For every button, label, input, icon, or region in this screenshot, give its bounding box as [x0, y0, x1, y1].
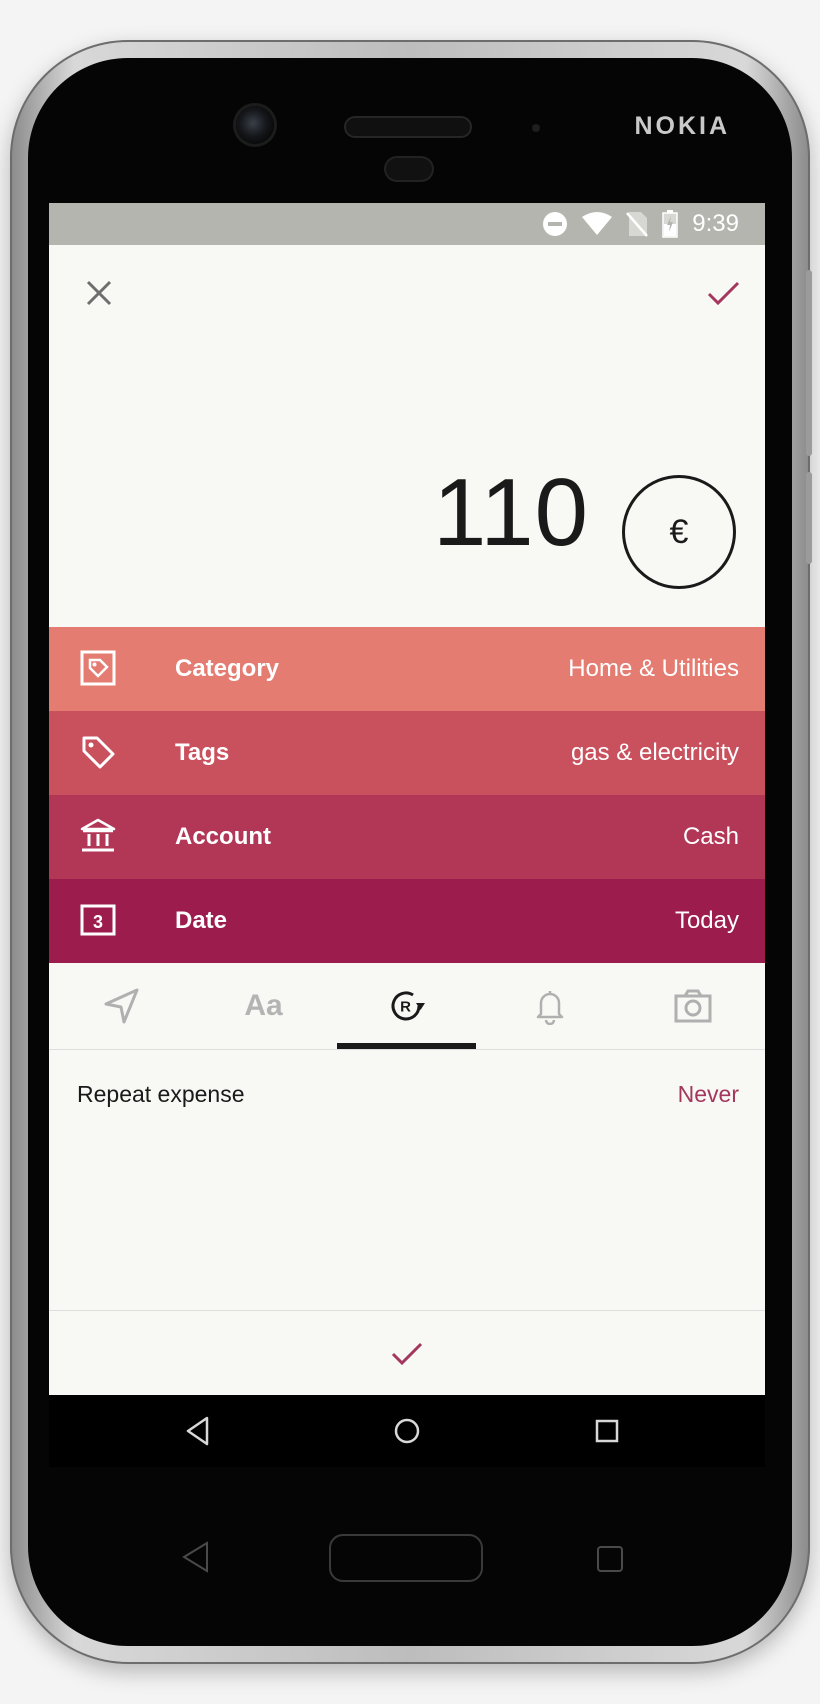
tab-note[interactable]: Aa [192, 963, 335, 1049]
close-button[interactable] [79, 273, 119, 313]
currency-button[interactable]: € [622, 475, 736, 589]
hardware-home-key[interactable] [329, 1534, 483, 1582]
repeat-expense-value: Never [677, 1081, 739, 1107]
status-time: 9:39 [692, 210, 739, 237]
close-icon [86, 280, 112, 306]
calendar-icon: 3 [80, 904, 116, 936]
battery-icon [662, 210, 679, 238]
nav-recents-button[interactable] [589, 1413, 625, 1449]
tab-reminder[interactable] [478, 963, 621, 1049]
toolbar [49, 245, 765, 341]
bank-icon [80, 818, 116, 852]
recents-square-icon [595, 1419, 619, 1443]
nav-home-button[interactable] [389, 1413, 425, 1449]
currency-symbol: € [669, 512, 689, 551]
no-sim-icon [626, 212, 649, 237]
repeat-expense-row[interactable]: Repeat expense Never [49, 1049, 765, 1139]
calendar-day-number: 3 [93, 912, 103, 932]
proximity-sensor [532, 124, 540, 132]
tags-label: Tags [175, 739, 230, 766]
account-label: Account [175, 823, 271, 850]
hardware-recents-key[interactable] [596, 1545, 624, 1578]
location-arrow-icon [104, 988, 138, 1024]
recents-square-icon [597, 1546, 623, 1572]
back-triangle-icon [182, 1541, 208, 1573]
tags-value: gas & electricity [570, 739, 739, 766]
nav-back-button[interactable] [180, 1413, 216, 1449]
camera-icon [674, 989, 711, 1023]
date-label: Date [175, 907, 228, 934]
expense-details: Category Home & Utilities Tags gas & ele… [49, 627, 765, 963]
volume-button [806, 270, 812, 456]
tag-icon [82, 736, 115, 769]
svg-text:R: R [400, 999, 411, 1016]
divider [49, 1310, 765, 1311]
android-nav-bar [49, 1395, 765, 1467]
hardware-back-key[interactable] [180, 1540, 214, 1579]
amount-value[interactable]: 110 [433, 465, 589, 561]
front-camera [236, 106, 274, 144]
wifi-icon [582, 212, 613, 235]
recurring-icon: R [391, 991, 425, 1021]
account-row[interactable]: Account Cash [49, 795, 765, 879]
tab-repeat[interactable]: R [335, 963, 478, 1049]
category-label: Category [175, 655, 280, 682]
status-bar: 9:39 [49, 203, 765, 245]
tab-photo[interactable] [621, 963, 764, 1049]
notification-led [386, 158, 432, 180]
confirm-button[interactable] [382, 1328, 432, 1378]
app-screen: 9:39 110 € Category Home & Utilities Tag… [49, 203, 765, 1395]
brand-logo: NOKIA [634, 112, 730, 140]
category-row[interactable]: Category Home & Utilities [49, 627, 765, 711]
repeat-expense-label: Repeat expense [77, 1081, 245, 1107]
check-icon [391, 1342, 423, 1366]
save-button[interactable] [703, 273, 743, 313]
detail-tabs: Aa R [49, 963, 765, 1050]
do-not-disturb-icon [543, 212, 568, 236]
back-triangle-icon [186, 1416, 209, 1446]
category-value: Home & Utilities [568, 655, 739, 682]
home-circle-icon [394, 1418, 420, 1444]
text-icon: Aa [244, 989, 283, 1022]
bell-icon [536, 991, 563, 1025]
category-tag-icon [80, 650, 116, 686]
check-icon [707, 281, 740, 306]
tags-row[interactable]: Tags gas & electricity [49, 711, 765, 795]
account-value: Cash [682, 823, 739, 850]
power-button [806, 472, 812, 564]
date-row[interactable]: 3 Date Today [49, 879, 765, 963]
earpiece-speaker [346, 118, 470, 136]
tab-location[interactable] [49, 963, 192, 1049]
date-value: Today [674, 907, 739, 934]
